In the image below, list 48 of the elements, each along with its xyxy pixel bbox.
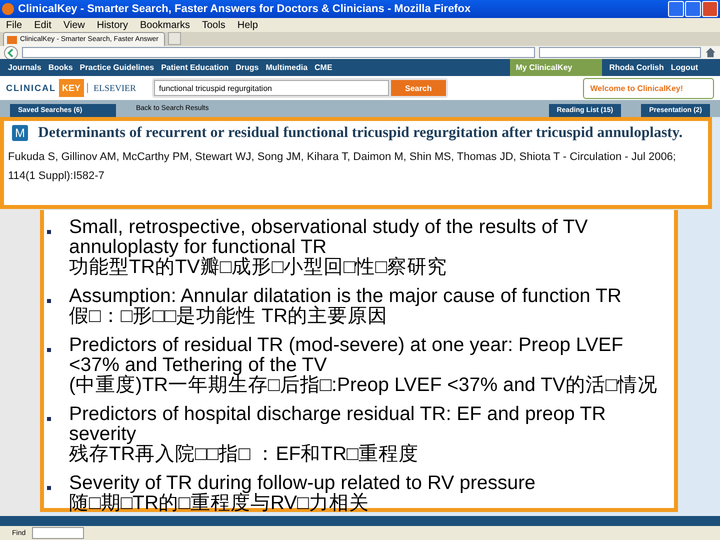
bullet-icon [47,348,51,352]
close-button[interactable] [702,1,718,17]
bullet-translation: (中重度)TR一年期生存□后指□:Preop LVEF <37% and TV的活□情况 [69,375,658,395]
find-field[interactable] [32,527,84,539]
minimize-button[interactable] [668,1,684,17]
welcome-banner: Welcome to ClinicalKey! [583,78,714,98]
bullet-icon [47,486,51,490]
search-field[interactable] [539,47,701,58]
journal-badge: M [12,125,28,141]
nav-link[interactable]: Practice Guidelines [80,63,154,72]
nav-link[interactable]: Books [48,63,73,72]
bullet-text: Predictors of hospital discharge residual TR: EF and preop TR severity [69,404,607,444]
bullet-icon [47,417,51,421]
home-icon[interactable] [705,47,716,58]
menu-item[interactable]: Tools [202,20,226,30]
publisher-logo: ELSEVIER [86,83,136,93]
bullet-text: Predictors of residual TR (mod-severe) at one year: Preop LVEF <37% and Tethering of the TV [69,335,624,375]
nav-link[interactable]: CME [314,63,332,72]
citation-text: Fukuda S, Gillinov AM, McCarthy PM, Stewart WJ, Song JM, Kihara T, Daimon M, Shin MS, Thomas JD, Shiota T - Circulation - Jul 2006; 114(1 Suppl):I582-7 [8,150,677,184]
site-icon [7,36,17,44]
window-title: ClinicalKey - Smarter Search, Faster Answers for Doctors & Clinicians - Mozilla Firefox [18,3,472,15]
menu-item[interactable]: History [96,20,128,30]
nav-link[interactable]: Patient Education [161,63,229,72]
maximize-button[interactable] [685,1,701,17]
article-title[interactable]: Determinants of recurrent or residual functional tricuspid regurgitation after tricuspid annuloplasty. [38,123,704,144]
nav-link[interactable]: Journals [8,63,42,72]
menu-item[interactable]: Edit [34,20,52,30]
logout-link[interactable]: Logout [670,63,698,72]
bullet-text: Small, retrospective, observational study of the results of TV annuloplasty for functional TR [69,217,589,257]
logo-text: CLINICAL [6,83,56,93]
address-field[interactable] [22,47,535,58]
menu-item[interactable]: Bookmarks [140,20,190,30]
bullet-text: Assumption: Annular dilatation is the major cause of function TR [69,286,622,306]
menu-item[interactable]: Help [237,20,258,30]
bullet-icon [47,230,51,234]
bullet-translation: 残存TR再入院□□指□ ：EF和TR□重程度 [69,444,420,464]
menu-item[interactable]: View [63,20,85,30]
search-field[interactable]: functional tricuspid regurgitation [154,80,390,96]
bullet-translation: 功能型TR的TV瓣□成形□小型回□性□察研究 [69,257,448,277]
nav-link[interactable]: Multimedia [266,63,308,72]
user-link[interactable]: Rhoda Corlish [609,63,664,72]
menu-item[interactable]: File [6,20,22,30]
bullet-text: Severity of TR during follow-up related to RV pressure [69,473,536,493]
bullet-icon [47,299,51,303]
nav-link[interactable]: Drugs [236,63,259,72]
bullet-translation: 假□：□形□□是功能性 TR的主要原因 [69,306,389,326]
browser-icon [2,3,14,15]
logo-key: KEY [59,79,84,97]
